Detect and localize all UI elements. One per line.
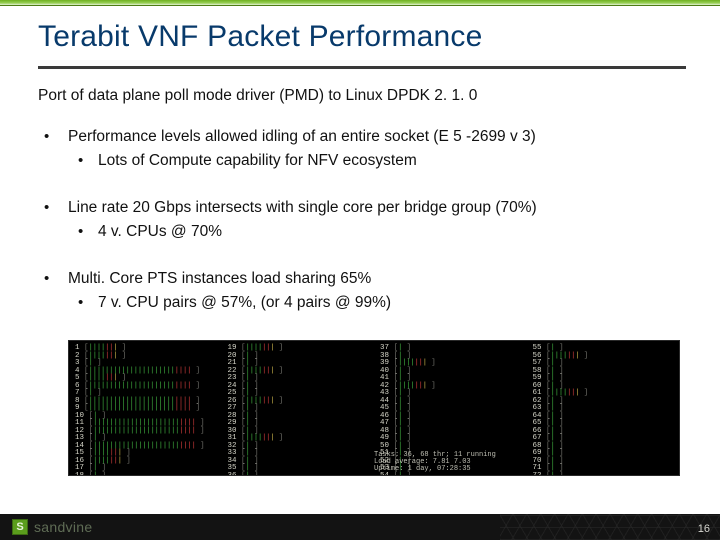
- slide-title: Terabit VNF Packet Performance: [38, 20, 686, 54]
- bullet-text: Performance levels allowed idling of an …: [68, 128, 536, 145]
- bullet-item: Line rate 20 Gbps intersects with single…: [38, 198, 686, 243]
- bullet-text: Multi. Core PTS instances load sharing 6…: [68, 270, 371, 287]
- htop-col-1: 1 [||||||| ] 2 [||||||| ] 3 [| ] 4 [||||…: [69, 341, 222, 475]
- sub-bullet-item: Lots of Compute capability for NFV ecosy…: [68, 151, 686, 172]
- htop-col-2: 19 [||||||| ]20 [| ]21 [| ]22 [||||||| ]…: [222, 341, 375, 475]
- content-area: Terabit VNF Packet Performance Port of d…: [0, 6, 720, 540]
- logo-text: sandvine: [34, 519, 92, 535]
- htop-footer: Tasks: 36, 68 thr; 11 running Load avera…: [374, 452, 680, 473]
- bullet-item: Multi. Core PTS instances load sharing 6…: [38, 269, 686, 314]
- brand-logo: S sandvine: [12, 519, 92, 535]
- logo-letter: S: [16, 521, 23, 533]
- sub-bullet-list: Lots of Compute capability for NFV ecosy…: [68, 151, 686, 172]
- bullet-text: Line rate 20 Gbps intersects with single…: [68, 199, 537, 216]
- sub-bullet-item: 7 v. CPU pairs @ 57%, (or 4 pairs @ 99%): [68, 293, 686, 314]
- sub-bullet-list: 4 v. CPUs @ 70%: [68, 222, 686, 243]
- page-number: 16: [698, 523, 710, 535]
- sub-bullet-list: 7 v. CPU pairs @ 57%, (or 4 pairs @ 99%): [68, 293, 686, 314]
- slide-footer: S sandvine 16: [0, 514, 720, 540]
- footer-hex-pattern: [500, 514, 720, 540]
- sub-bullet-item: 4 v. CPUs @ 70%: [68, 222, 686, 243]
- htop-uptime: Uptime: 1 day, 07:28:35: [374, 466, 680, 473]
- title-underline: [38, 66, 686, 69]
- bullet-item: Performance levels allowed idling of an …: [38, 127, 686, 172]
- slide: Terabit VNF Packet Performance Port of d…: [0, 0, 720, 540]
- logo-icon: S: [12, 519, 28, 535]
- bullet-list: Performance levels allowed idling of an …: [38, 127, 686, 314]
- htop-screenshot: 1 [||||||| ] 2 [||||||| ] 3 [| ] 4 [||||…: [68, 340, 680, 476]
- subtitle: Port of data plane poll mode driver (PMD…: [38, 87, 686, 105]
